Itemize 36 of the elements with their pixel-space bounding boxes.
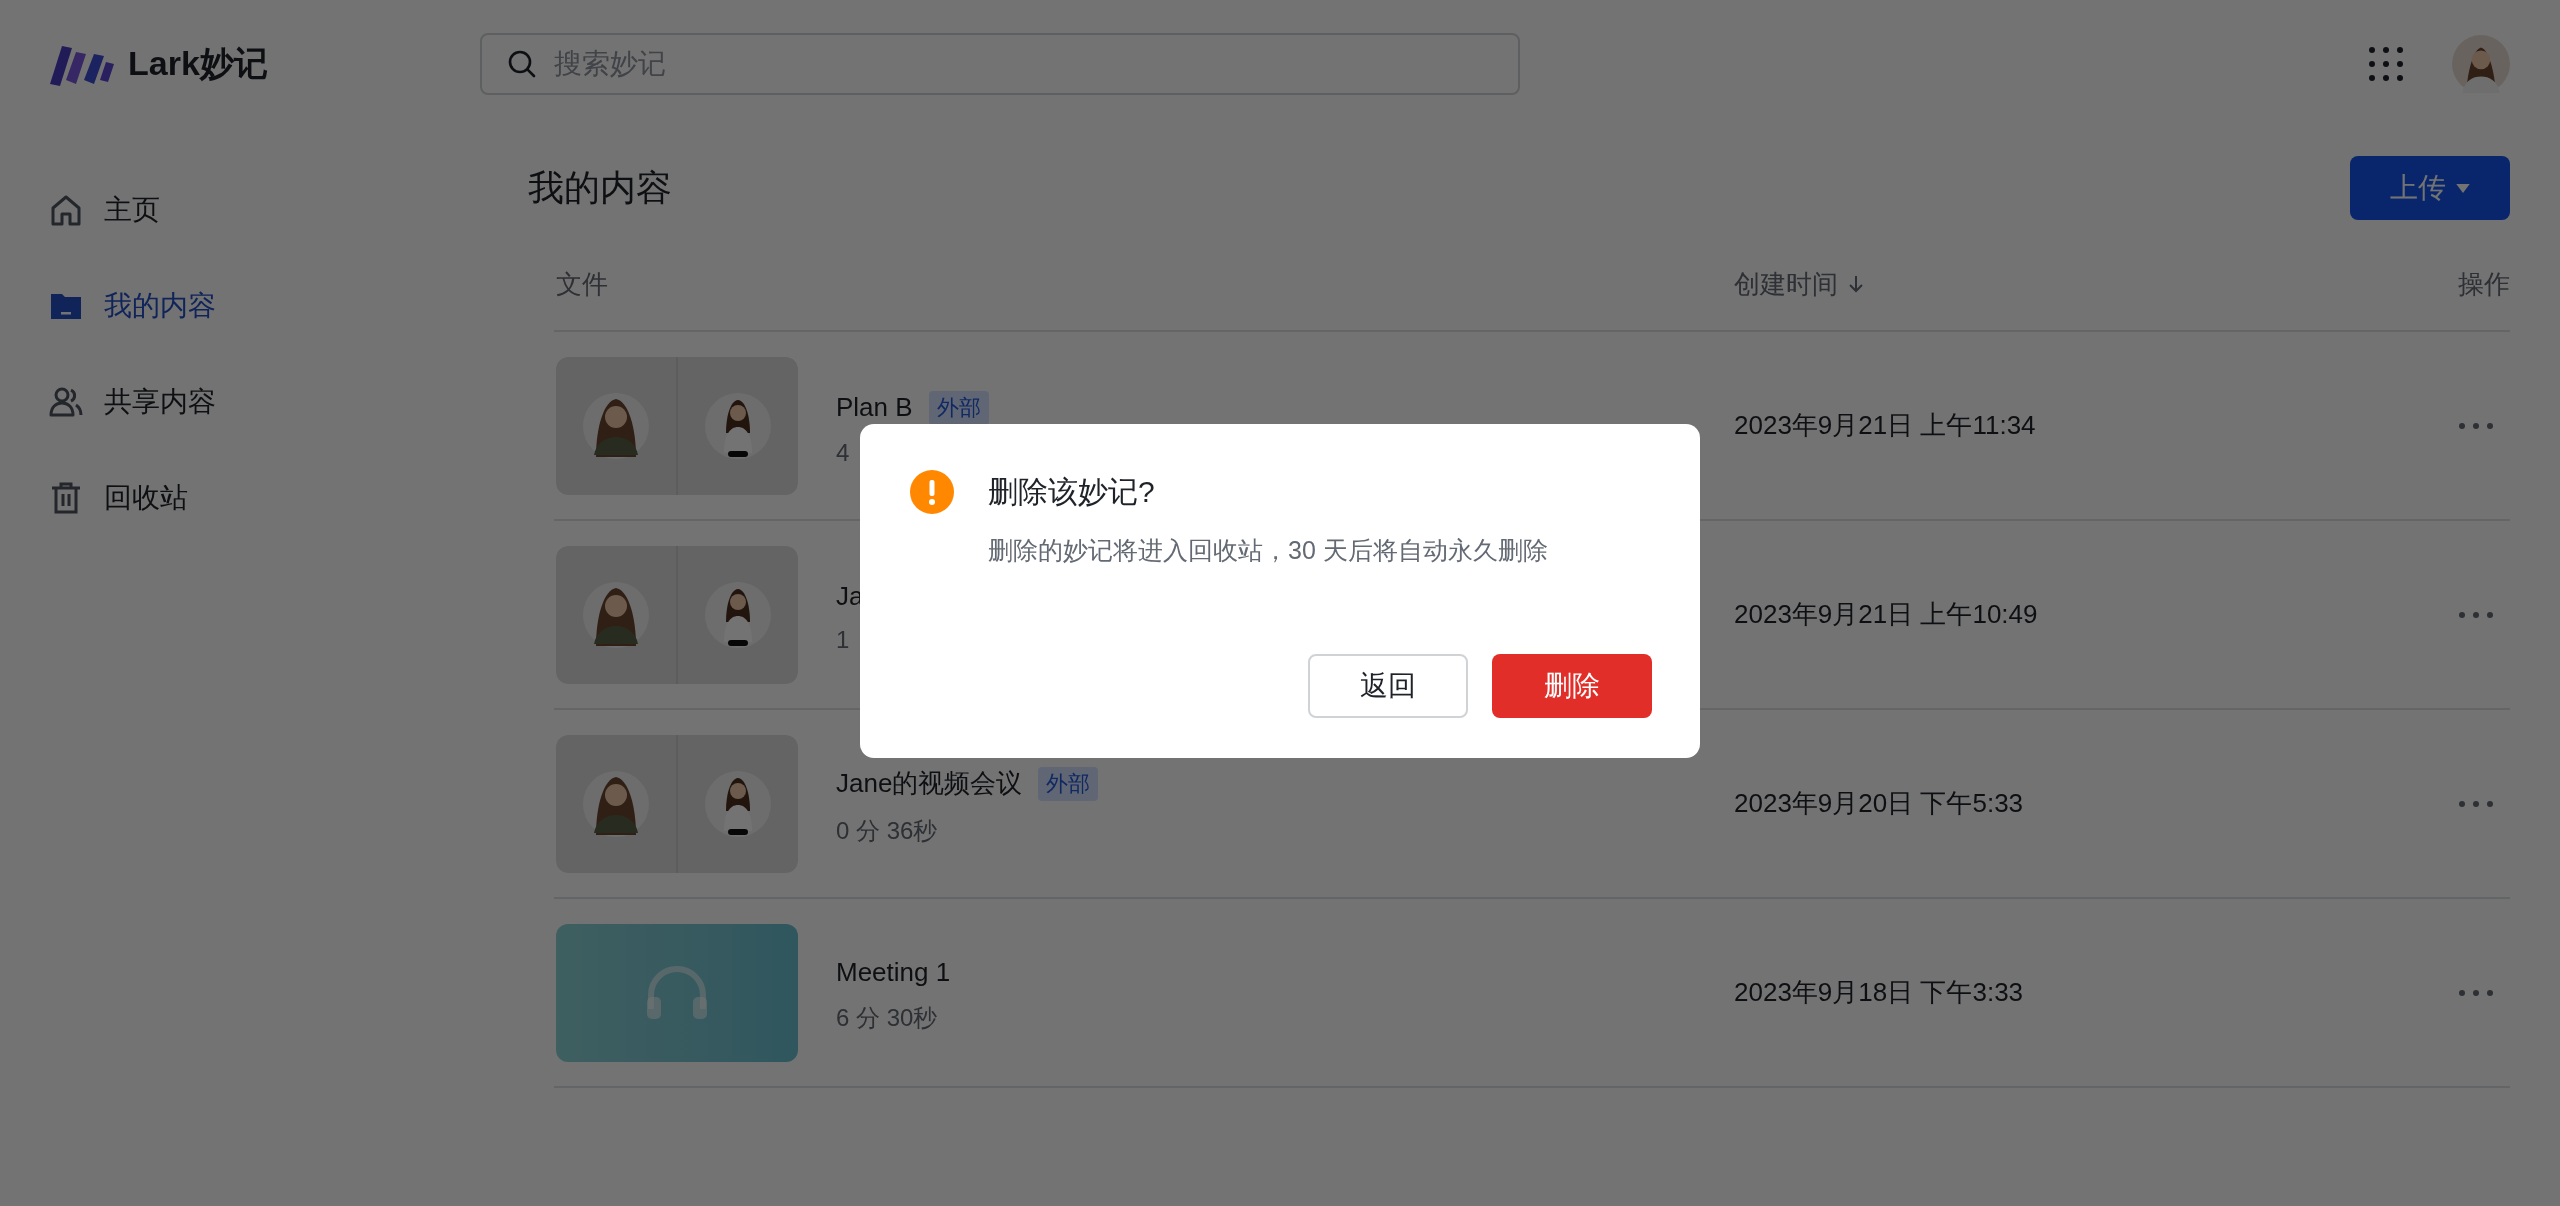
file-title[interactable]: Jane的视频会议 [836, 766, 1023, 801]
page-title: 我的内容 [528, 165, 672, 210]
created-time: 2023年9月20日 下午5:33 [1734, 788, 2024, 818]
duration: 0 分 36秒 [836, 816, 938, 846]
caret-icon [2456, 183, 2470, 193]
more-icon[interactable] [2458, 988, 2494, 997]
file-title[interactable]: Plan B [836, 392, 913, 423]
file-title[interactable]: Meeting 1 [836, 957, 951, 988]
external-tag: 外部 [928, 390, 989, 425]
delete-button[interactable]: 删除 [1492, 654, 1652, 718]
app-name: Lark妙记 [128, 43, 268, 84]
back-button[interactable]: 返回 [1308, 654, 1468, 718]
created-time: 2023年9月18日 下午3:33 [1734, 977, 2024, 1007]
more-icon[interactable] [2458, 421, 2494, 430]
upload-button[interactable]: 上传 [2350, 156, 2510, 220]
sidebar-item[interactable]: 共享内容 [48, 379, 216, 425]
dialog-message: 删除的妙记将进入回收站，30 天后将自动永久删除 [988, 535, 1548, 566]
column-header[interactable]: 创建时间 [1734, 266, 2430, 302]
sidebar-item[interactable]: 回收站 [48, 475, 188, 521]
duration: 1 [836, 626, 850, 654]
created-time: 2023年9月21日 上午11:34 [1734, 410, 2036, 440]
duration: 6 分 30秒 [836, 1003, 938, 1033]
sidebar-item[interactable]: 我的内容 [48, 283, 216, 329]
app-grid-icon[interactable] [2368, 46, 2404, 82]
column-header: 操作 [2457, 267, 2510, 301]
warning-icon [910, 470, 954, 514]
more-icon[interactable] [2458, 610, 2494, 619]
dialog-title: 删除该妙记? [988, 474, 1156, 510]
sidebar-item[interactable]: 主页 [48, 187, 160, 233]
search-icon [506, 48, 538, 80]
duration: 4 [836, 438, 850, 467]
avatar[interactable] [2452, 35, 2510, 93]
column-header: 文件 [555, 267, 609, 301]
created-time: 2023年9月21日 上午10:49 [1734, 599, 2038, 629]
more-icon[interactable] [2458, 799, 2494, 808]
external-tag: 外部 [1038, 766, 1099, 801]
